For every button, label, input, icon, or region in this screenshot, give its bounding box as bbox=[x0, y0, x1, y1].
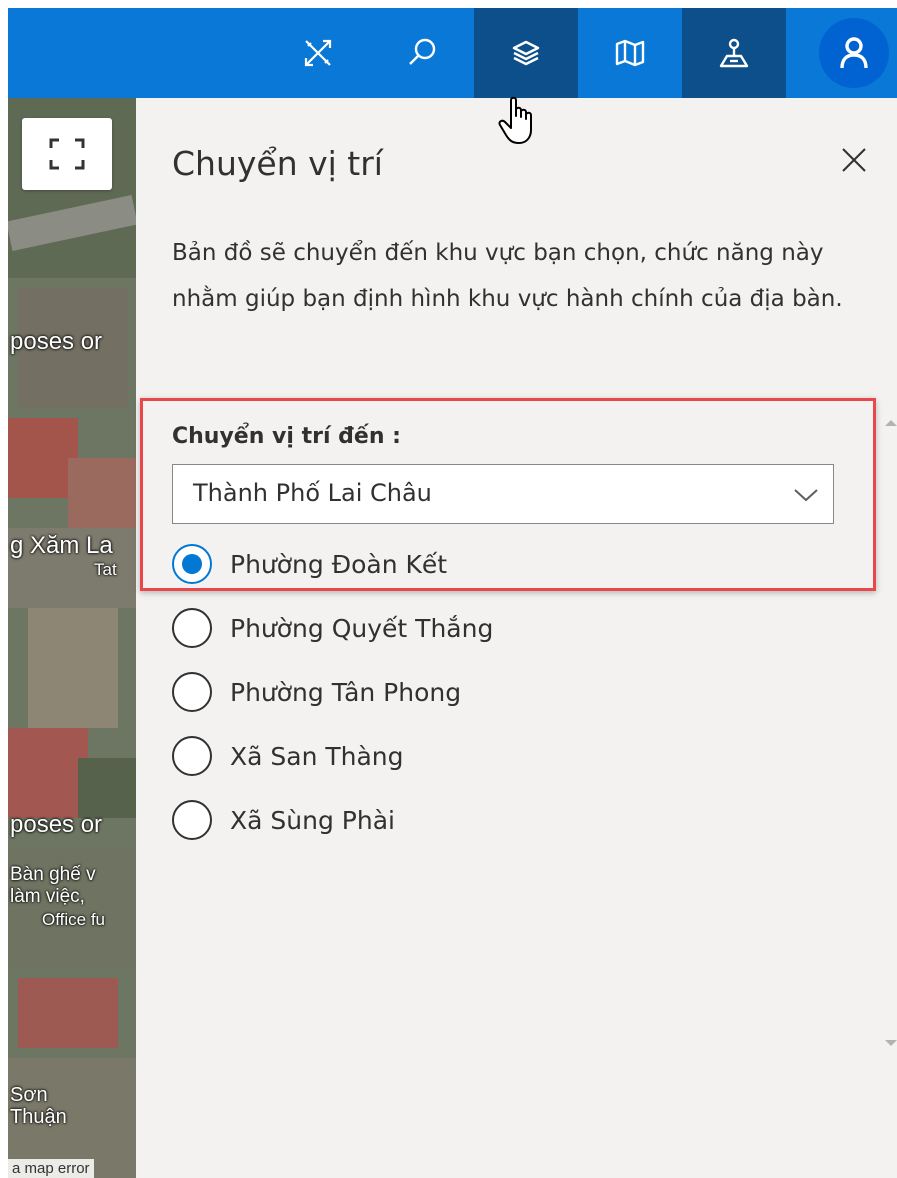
field-label: Chuyển vị trí đến : bbox=[172, 424, 401, 449]
radio-label: Phường Tân Phong bbox=[230, 677, 462, 707]
map-label: Thuận bbox=[10, 1106, 67, 1128]
scroll-down-arrow[interactable] bbox=[885, 1040, 897, 1046]
radio-label: Phường Đoàn Kết bbox=[230, 549, 448, 579]
map-error-link[interactable]: a map error bbox=[8, 1159, 94, 1178]
radio-option[interactable]: Xã Sùng Phài bbox=[172, 796, 772, 844]
radio-button[interactable] bbox=[172, 608, 212, 648]
select-value: Thành Phố Lai Châu bbox=[193, 479, 432, 507]
map-label: làm việc, bbox=[10, 886, 85, 907]
layers-icon bbox=[512, 40, 540, 66]
map-label: g Xăm La bbox=[10, 532, 113, 559]
move-location-panel: Chuyển vị trí Bản đồ sẽ chuyển đến khu v… bbox=[136, 98, 897, 1178]
user-icon bbox=[840, 37, 868, 69]
radio-label: Xã San Thàng bbox=[230, 741, 404, 771]
radio-option[interactable]: Phường Tân Phong bbox=[172, 668, 772, 716]
map-label: Tat bbox=[94, 560, 117, 579]
radio-option[interactable]: Phường Quyết Thắng bbox=[172, 604, 772, 652]
close-button[interactable] bbox=[836, 142, 872, 178]
user-avatar-button[interactable] bbox=[819, 18, 889, 88]
top-toolbar bbox=[8, 8, 897, 98]
panel-description: Bản đồ sẽ chuyển đến khu vực bạn chọn, c… bbox=[172, 240, 843, 312]
fullscreen-icon bbox=[49, 138, 85, 170]
close-icon bbox=[842, 148, 866, 172]
radio-button[interactable] bbox=[172, 736, 212, 776]
tools-button[interactable] bbox=[266, 8, 370, 98]
radio-label: Phường Quyết Thắng bbox=[230, 613, 494, 643]
tools-icon bbox=[304, 39, 332, 67]
chevron-down-icon bbox=[794, 489, 818, 502]
search-button[interactable] bbox=[370, 8, 474, 98]
map-label: poses or bbox=[10, 811, 103, 838]
location-button[interactable] bbox=[682, 8, 786, 98]
radio-option[interactable]: Xã San Thàng bbox=[172, 732, 772, 780]
map-label: Sơn bbox=[10, 1084, 48, 1106]
fullscreen-button[interactable] bbox=[22, 118, 112, 190]
layers-button[interactable] bbox=[474, 8, 578, 98]
hand-cursor-icon bbox=[498, 96, 532, 144]
scroll-up-arrow[interactable] bbox=[885, 420, 897, 426]
map-label: poses or bbox=[10, 328, 103, 355]
radio-option[interactable]: Phường Đoàn Kết bbox=[172, 540, 772, 588]
radio-button-checked[interactable] bbox=[172, 544, 212, 584]
map-label: Office fu bbox=[42, 910, 105, 929]
map-icon bbox=[615, 39, 645, 67]
city-select[interactable]: Thành Phố Lai Châu bbox=[172, 464, 834, 524]
search-icon bbox=[409, 38, 436, 65]
radio-button[interactable] bbox=[172, 672, 212, 712]
panel-title: Chuyển vị trí bbox=[172, 144, 383, 183]
map-view[interactable]: poses or g Xăm La Tat poses or Bàn ghế v… bbox=[8, 98, 136, 1178]
map-label: Bàn ghế v bbox=[10, 864, 96, 885]
location-pin-icon bbox=[719, 38, 749, 68]
radio-label: Xã Sùng Phài bbox=[230, 805, 395, 835]
radio-button[interactable] bbox=[172, 800, 212, 840]
map-button[interactable] bbox=[578, 8, 682, 98]
